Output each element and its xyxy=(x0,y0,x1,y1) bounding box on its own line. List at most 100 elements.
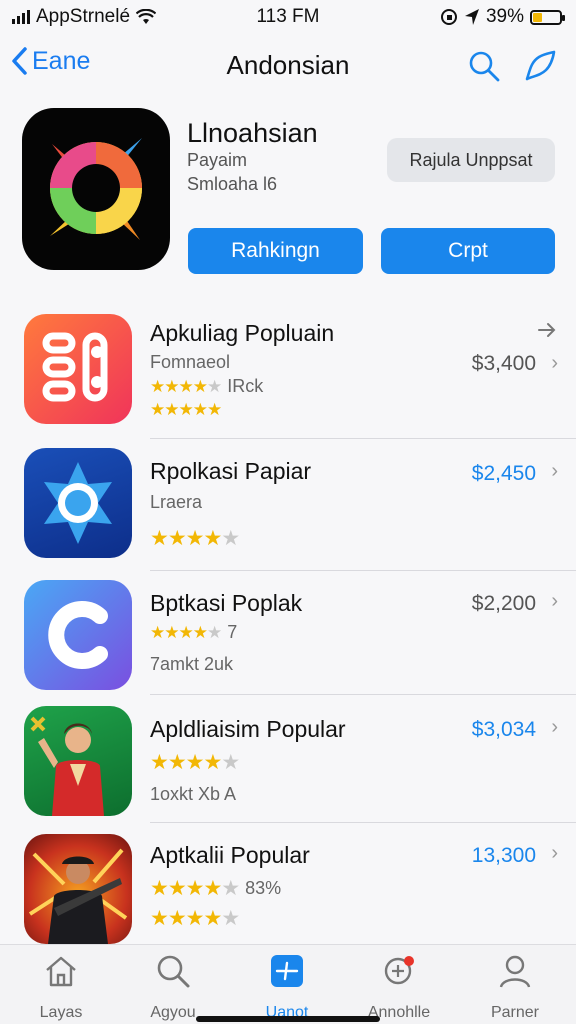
app-icon xyxy=(24,706,132,816)
app-rating: ★ ★ ★ ★ ★ xyxy=(150,750,245,775)
share-icon[interactable] xyxy=(522,48,558,84)
star-filled-icon: ★ xyxy=(192,622,208,642)
tab-label: Parner xyxy=(490,1004,540,1021)
search-icon[interactable] xyxy=(466,48,502,84)
tab-notifications[interactable]: Annohlle xyxy=(344,951,454,1022)
app-price[interactable]: 13,300 xyxy=(472,844,536,868)
app-rating: ★ ★ ★ ★ ★ IRck xyxy=(150,376,263,397)
app-rating: ★ ★ ★ ★ ★ xyxy=(150,526,240,551)
star-filled-icon: ★ xyxy=(185,907,205,930)
divider xyxy=(150,694,576,695)
list-item[interactable]: Apkuliag Popluain Fomnaeol ★ ★ ★ ★ ★ IRck ★ ★… xyxy=(0,310,576,439)
app-price[interactable]: $3,400 xyxy=(472,352,536,376)
list-item[interactable]: Rpolkasi Papiar Lraera ★ ★ ★ ★ ★ $2,450 › xyxy=(0,446,576,571)
app-title: Bptkasi Poplak xyxy=(150,590,303,616)
list-item[interactable]: Aptkalii Popular ★ ★ ★ ★ ★ 83% ★ ★ ★ ★ ★ 13,300 … xyxy=(0,832,576,956)
star-filled-icon: ★ xyxy=(164,376,179,396)
status-right: 39% xyxy=(440,6,565,28)
list-item[interactable]: Apldliaisim Popular ★ ★ ★ ★ ★ 1oxkt Xb A $3,… xyxy=(0,704,576,828)
divider xyxy=(150,822,576,823)
star-filled-icon: ★ xyxy=(150,527,169,550)
app-price[interactable]: $2,450 xyxy=(472,462,536,486)
app-icon xyxy=(24,834,132,944)
star-filled-icon: ★ xyxy=(167,877,187,900)
app-rating-secondary: ★ ★ ★ ★ ★ xyxy=(150,906,240,931)
app-title: Apkuliag Popluain xyxy=(150,320,335,346)
app-title: Apldliaisim Popular xyxy=(150,716,346,742)
rating-stars: ★ ★ ★ ★ ★ xyxy=(150,400,222,420)
chevron-right-icon[interactable]: › xyxy=(551,716,558,739)
secondary-action-button[interactable]: Rajula Unppsat xyxy=(387,138,555,182)
star-filled-icon: ★ xyxy=(192,376,208,396)
rating-stars: ★ ★ ★ ★ ★ xyxy=(150,876,240,901)
star-filled-icon: ★ xyxy=(167,907,187,930)
app-title: Rpolkasi Papiar xyxy=(150,458,312,484)
tab-home[interactable]: Layas xyxy=(6,951,116,1022)
chevron-right-icon[interactable]: › xyxy=(551,460,558,483)
rating-text: 7 xyxy=(227,622,238,642)
rating-stars: ★ ★ ★ ★ ★ xyxy=(150,526,240,551)
star-filled-icon: ★ xyxy=(150,622,165,642)
app-downloads: 1oxkt Xb A xyxy=(150,784,237,804)
star-filled-icon: ★ xyxy=(178,376,194,396)
app-logo-icon xyxy=(50,138,142,240)
status-bar: AppStrnelé 113 FM 39% xyxy=(0,0,576,34)
rating-stars: ★ ★ ★ ★ ★ xyxy=(150,622,222,643)
app-rating: ★ ★ ★ ★ ★ 83% xyxy=(150,876,281,901)
star-filled-icon: ★ xyxy=(203,877,222,900)
home-indicator[interactable] xyxy=(196,1016,380,1022)
star-filled-icon: ★ xyxy=(150,907,169,930)
star-filled-icon: ★ xyxy=(203,527,222,550)
app-downloads: 7amkt 2uk xyxy=(150,654,234,674)
location-icon xyxy=(464,9,479,25)
star-filled-icon: ★ xyxy=(164,622,179,642)
star-empty-icon: ★ xyxy=(221,907,240,930)
tab-bar: Layas Agyou Uanot Annohlle Parner xyxy=(0,944,576,1024)
rating-stars: ★ ★ ★ ★ ★ xyxy=(150,750,240,775)
featured-app-icon[interactable] xyxy=(22,108,170,270)
get-button[interactable]: Crpt xyxy=(381,228,555,274)
app-price[interactable]: $2,200 xyxy=(472,592,536,616)
ranking-button[interactable]: Rahkingn xyxy=(188,228,363,274)
app-category: Fomnaeol xyxy=(150,352,231,372)
chevron-right-icon[interactable]: › xyxy=(551,842,558,865)
star-filled-icon: ★ xyxy=(203,751,222,774)
star-filled-icon: ★ xyxy=(150,751,169,774)
divider xyxy=(150,570,576,571)
tab-apps[interactable]: Uanot xyxy=(232,951,342,1022)
chevron-right-icon[interactable]: › xyxy=(551,590,558,613)
profile-icon xyxy=(499,955,531,988)
star-filled-icon: ★ xyxy=(178,400,194,419)
battery-icon xyxy=(530,9,565,25)
star-filled-icon: ★ xyxy=(167,527,187,550)
list-item[interactable]: Bptkasi Poplak ★ ★ ★ ★ ★ 7 7amkt 2uk $2,200 … xyxy=(0,578,576,702)
arrow-right-icon[interactable] xyxy=(538,322,556,338)
rating-stars: ★ ★ ★ ★ ★ xyxy=(150,906,240,931)
app-rating-secondary: ★ ★ ★ ★ ★ xyxy=(150,400,222,420)
notifications-icon xyxy=(384,956,414,985)
rating-stars: ★ ★ ★ ★ ★ xyxy=(150,376,222,397)
star-filled-icon: ★ xyxy=(203,907,222,930)
star-empty-icon: ★ xyxy=(221,877,240,900)
divider xyxy=(150,438,576,439)
star-empty-icon: ★ xyxy=(207,376,222,396)
star-filled-icon: ★ xyxy=(164,400,179,419)
app-icon xyxy=(24,580,132,690)
app-price[interactable]: $3,034 xyxy=(472,718,536,742)
tab-profile[interactable]: Parner xyxy=(460,951,570,1022)
home-icon xyxy=(46,956,76,987)
chevron-right-icon[interactable]: › xyxy=(551,352,558,375)
star-filled-icon: ★ xyxy=(192,400,208,419)
star-filled-icon: ★ xyxy=(185,877,205,900)
app-rating: ★ ★ ★ ★ ★ 7 xyxy=(150,622,237,643)
app-subtitle-secondary: Smloaha l6 xyxy=(187,174,278,194)
star-empty-icon: ★ xyxy=(221,527,240,550)
star-filled-icon: ★ xyxy=(185,527,205,550)
star-filled-icon: ★ xyxy=(167,751,187,774)
star-filled-icon: ★ xyxy=(178,622,194,642)
app-title: Aptkalii Popular xyxy=(150,842,310,868)
tab-search[interactable]: Agyou xyxy=(118,951,228,1022)
star-filled-icon: ★ xyxy=(185,751,205,774)
star-filled-icon: ★ xyxy=(150,400,165,419)
star-empty-icon: ★ xyxy=(221,751,240,774)
